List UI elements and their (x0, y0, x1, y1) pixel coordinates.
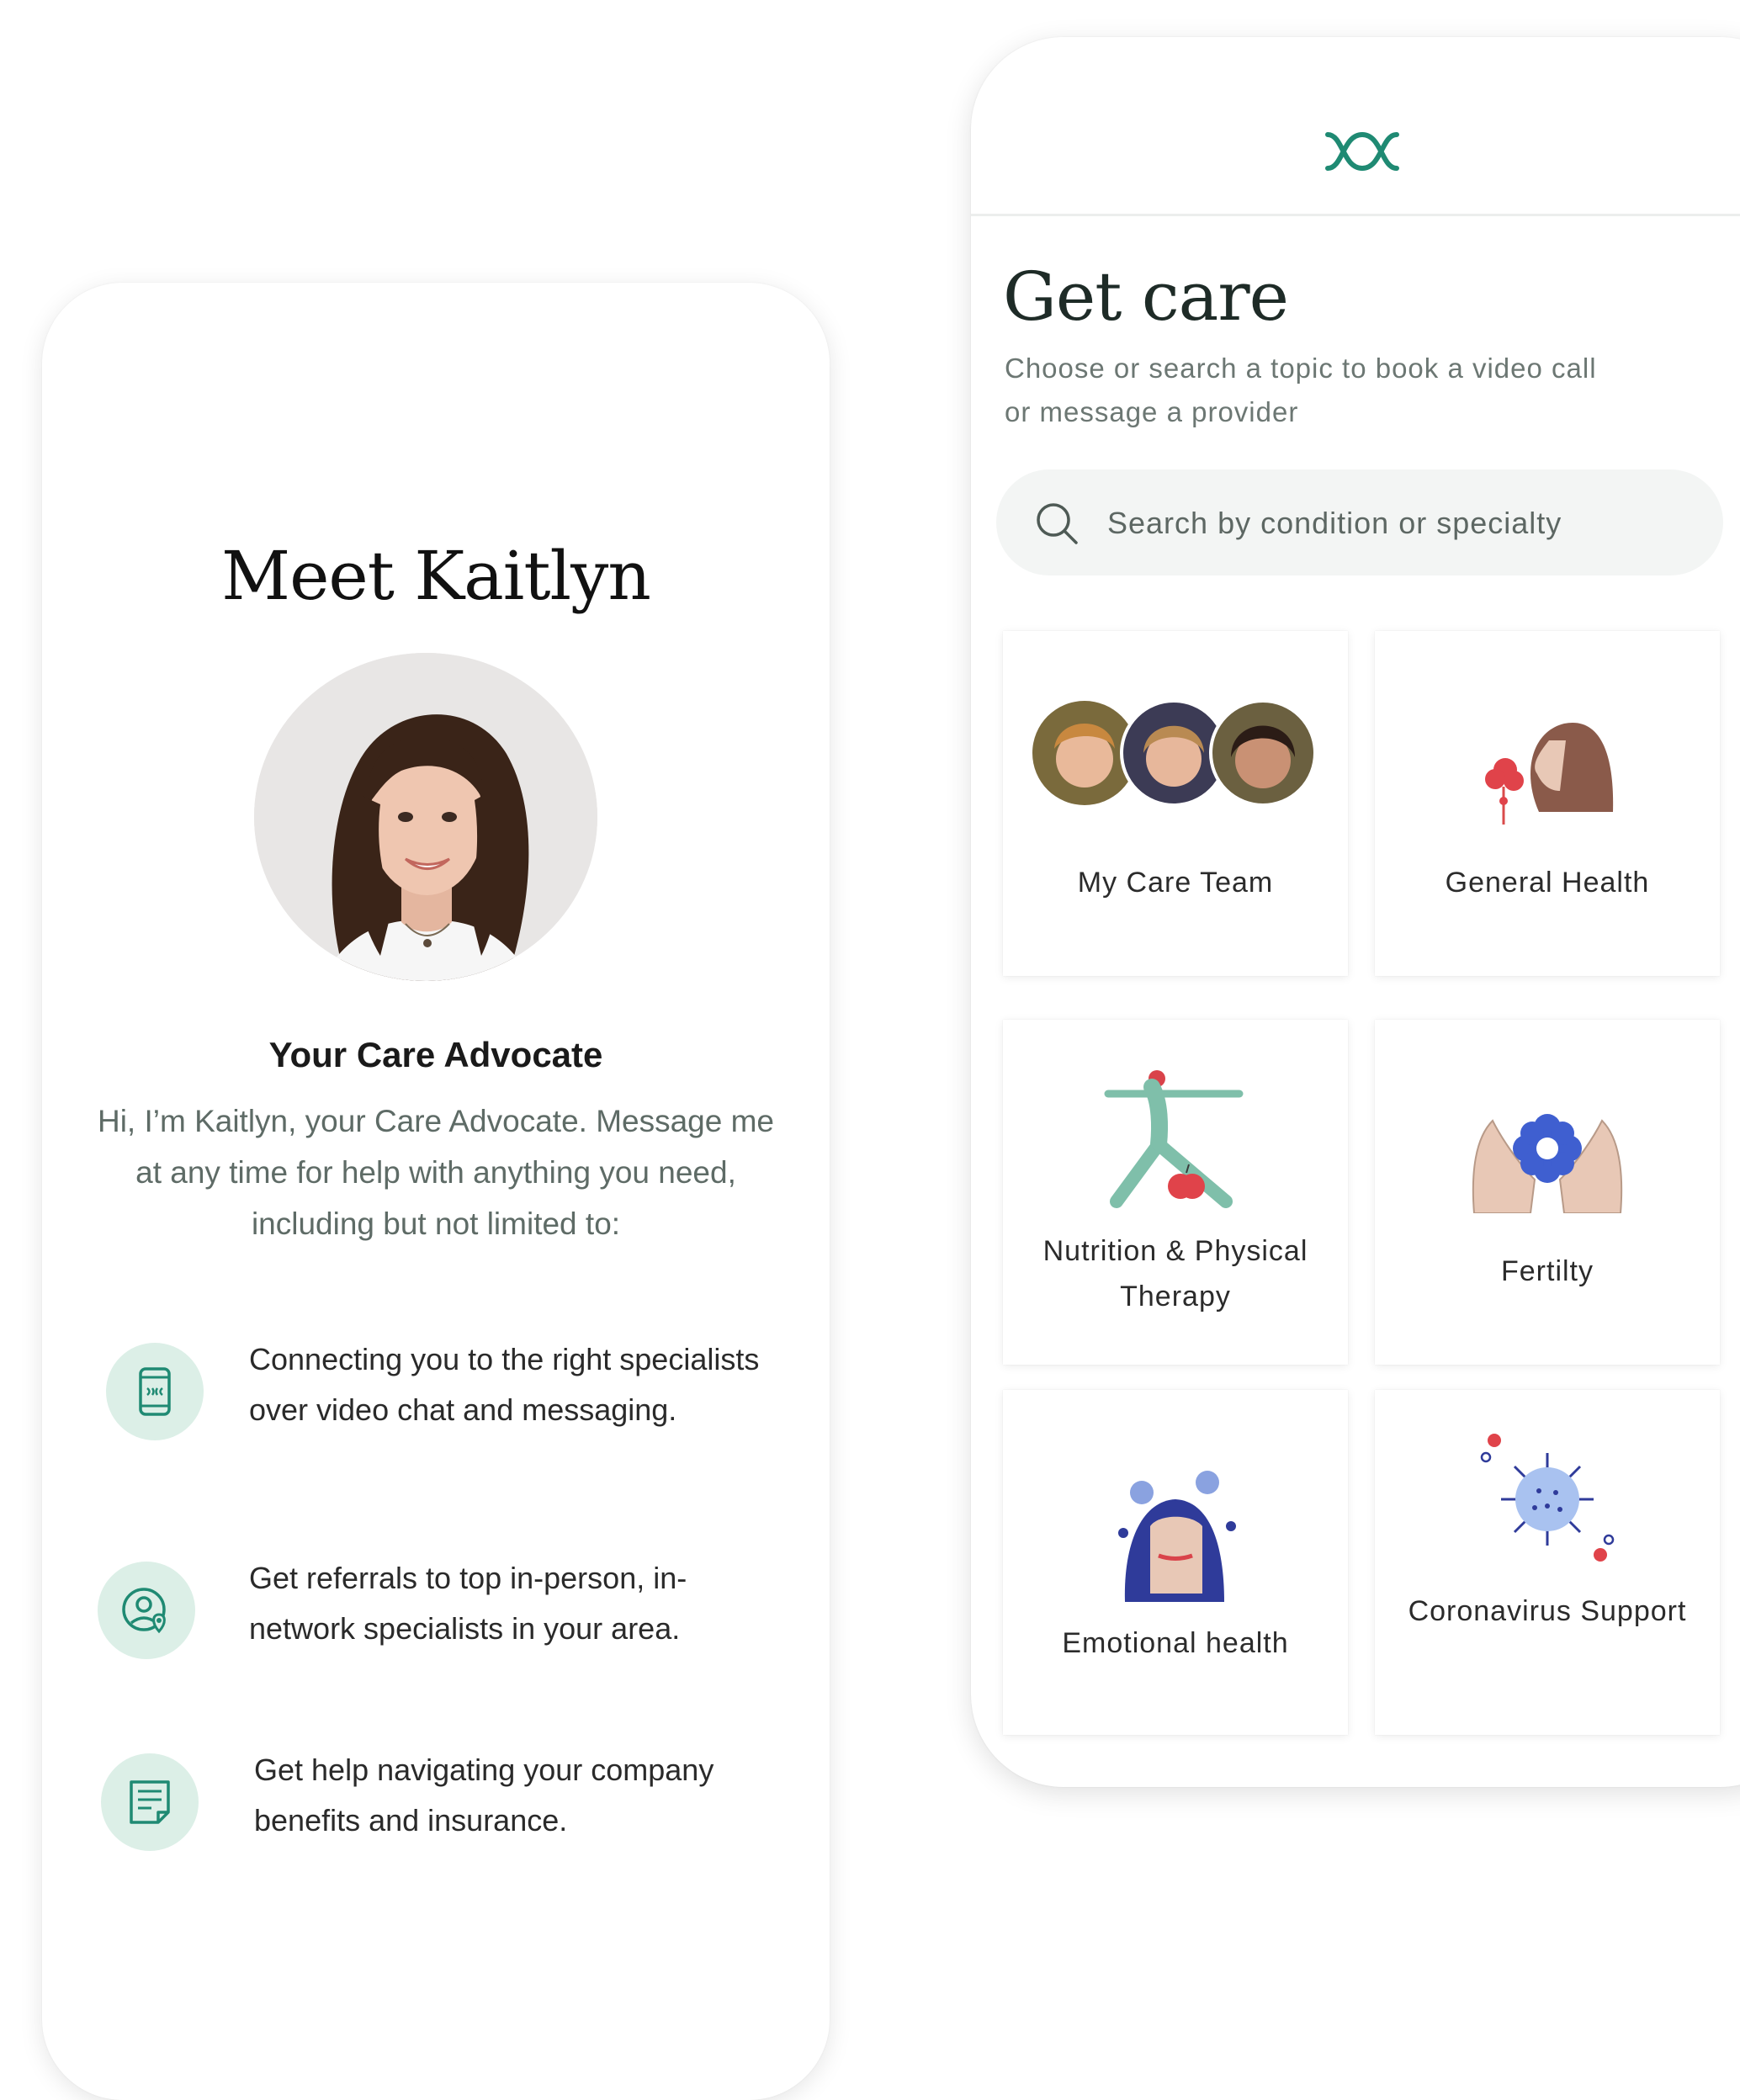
tile-nutrition-physical-therapy[interactable]: Nutrition & Physical Therapy (1003, 1020, 1348, 1365)
woman-smelling-flower-icon (1375, 707, 1720, 833)
get-care-screen: Get care Choose or search a topic to boo… (971, 37, 1740, 1787)
advocate-photo-icon (254, 653, 597, 981)
advocate-role: Your Care Advocate (268, 1035, 603, 1074)
user-location-icon (98, 1562, 195, 1659)
woman-portrait-icon (1003, 1467, 1348, 1602)
stretching-figure-icon (1003, 1069, 1348, 1212)
tile-label: General Health (1445, 867, 1650, 899)
app-header (971, 37, 1740, 216)
tile-label: Coronavirus Support (1408, 1595, 1687, 1627)
search-input[interactable] (1106, 469, 1698, 577)
tile-label: Nutrition & Physical Therapy (1042, 1235, 1308, 1312)
tile-label: Emotional health (1062, 1627, 1289, 1659)
care-team-avatars (1003, 698, 1348, 808)
search-icon (1037, 503, 1078, 544)
tile-emotional-health[interactable]: Emotional health (1003, 1390, 1348, 1735)
phone-icon (106, 1343, 204, 1440)
search-bar[interactable] (996, 469, 1723, 577)
feature-text: Get referrals to top in-person, in-netwo… (249, 1561, 687, 1646)
page-title: Get care (1003, 257, 1289, 336)
feature-text: Get help navigating your company benefit… (254, 1753, 714, 1838)
tile-my-care-team[interactable]: My Care Team (1003, 631, 1348, 976)
tile-fertility[interactable]: Fertilty (1375, 1020, 1720, 1365)
feature-text: Connecting you to the right specialists … (249, 1342, 760, 1427)
tile-coronavirus-support[interactable]: Coronavirus Support (1375, 1390, 1720, 1735)
advocate-intro: Hi, I’m Kaitlyn, your Care Advocate. Mes… (97, 1104, 775, 1241)
tile-label: My Care Team (1077, 867, 1274, 899)
care-advocate-card: Meet Kaitlyn Your Care Advocate Hi, I’m … (42, 283, 830, 2100)
tile-label: Fertilty (1501, 1255, 1594, 1287)
virus-icon (1375, 1432, 1720, 1567)
document-icon (101, 1753, 199, 1851)
advocate-avatar (254, 653, 597, 981)
tile-general-health[interactable]: General Health (1375, 631, 1720, 976)
hands-flower-icon (1375, 1087, 1720, 1213)
page-subtitle: Choose or search a topic to book a video… (1005, 353, 1597, 427)
advocate-title: Meet Kaitlyn (221, 537, 651, 615)
maven-logo-icon[interactable] (1324, 128, 1400, 175)
